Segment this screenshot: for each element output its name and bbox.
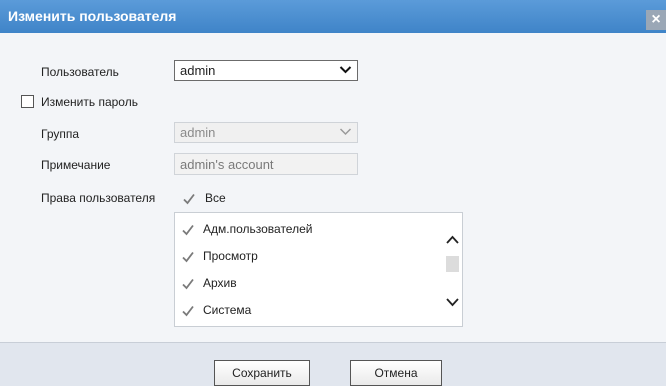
list-item-label: Адм.пользователей bbox=[203, 222, 313, 236]
note-field[interactable]: admin's account bbox=[174, 153, 358, 175]
dialog-title-bar: Изменить пользователя × bbox=[0, 0, 666, 33]
close-icon[interactable]: × bbox=[646, 10, 666, 30]
note-field-value: admin's account bbox=[180, 157, 274, 172]
save-button[interactable]: Сохранить bbox=[214, 360, 310, 386]
scrollbar-thumb[interactable] bbox=[446, 256, 459, 272]
user-label: Пользователь bbox=[41, 65, 119, 79]
list-item-label: Система bbox=[203, 303, 252, 317]
chevron-down-icon[interactable] bbox=[445, 295, 460, 309]
group-label: Группа bbox=[41, 127, 80, 141]
cancel-button[interactable]: Отмена bbox=[350, 360, 442, 386]
group-select-value: admin bbox=[180, 125, 216, 140]
all-rights-checkbox[interactable] bbox=[182, 192, 196, 206]
chevron-up-icon[interactable] bbox=[445, 233, 460, 247]
group-select: admin bbox=[174, 122, 358, 143]
rights-list-scrollbar[interactable] bbox=[443, 213, 462, 326]
list-item[interactable]: Адм.пользователей bbox=[175, 217, 443, 243]
rights-list[interactable]: Адм.пользователей Просмотр Архив Система bbox=[174, 212, 463, 327]
list-item[interactable]: Просмотр bbox=[175, 244, 443, 270]
change-password-label: Изменить пароль bbox=[41, 95, 138, 109]
rights-label: Права пользователя bbox=[41, 191, 156, 205]
list-item[interactable]: Архив bbox=[175, 271, 443, 297]
list-item-label: Архив bbox=[203, 276, 237, 290]
dialog-footer: Сохранить Отмена bbox=[0, 342, 666, 386]
user-select-value: admin bbox=[180, 63, 216, 78]
change-password-checkbox[interactable] bbox=[21, 95, 34, 108]
dialog-title: Изменить пользователя bbox=[8, 8, 177, 24]
note-label: Примечание bbox=[41, 158, 111, 172]
checkmark-icon[interactable] bbox=[181, 304, 195, 318]
checkmark-icon[interactable] bbox=[181, 223, 195, 237]
list-item[interactable]: Система bbox=[175, 298, 443, 324]
chevron-down-icon bbox=[339, 63, 352, 79]
user-select[interactable]: admin bbox=[174, 60, 358, 81]
all-rights-label: Все bbox=[205, 191, 226, 205]
checkmark-icon[interactable] bbox=[181, 277, 195, 291]
chevron-down-icon bbox=[339, 125, 352, 141]
checkmark-icon[interactable] bbox=[181, 250, 195, 264]
list-item-label: Просмотр bbox=[203, 249, 258, 263]
